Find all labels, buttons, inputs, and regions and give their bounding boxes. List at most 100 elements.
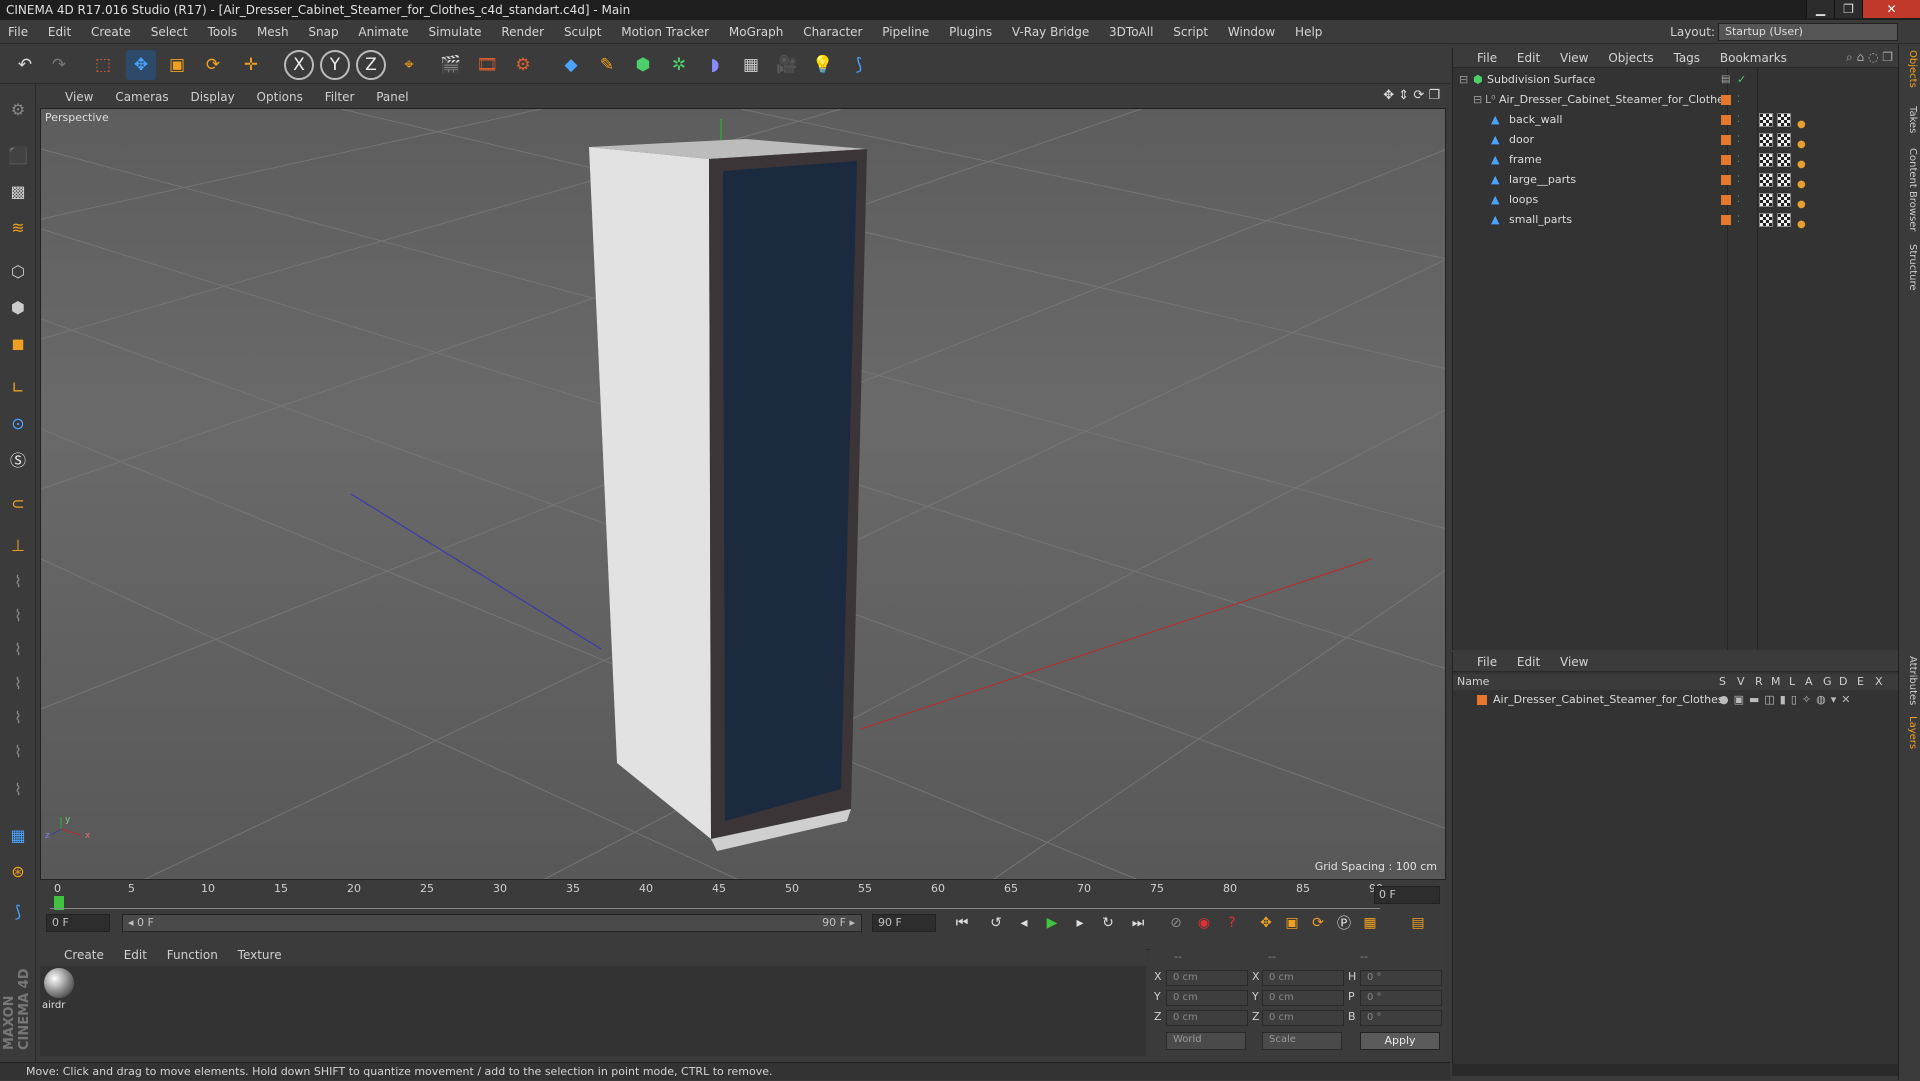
object-row[interactable]: ⊟ ⬢ Subdivision Surface ▤ ✓ [1453, 70, 1899, 90]
key-position-icon[interactable]: ✥ [1254, 912, 1278, 934]
material-tag-icon[interactable]: ● [1797, 215, 1806, 235]
current-frame-field[interactable]: 0 F [1374, 886, 1440, 904]
viewport-menu-panel[interactable]: Panel [367, 86, 417, 108]
model-mode-icon[interactable]: ⬛ [3, 140, 33, 170]
tab-attributes[interactable]: Attributes [1902, 656, 1918, 705]
om-menu-edit[interactable]: Edit [1509, 48, 1548, 68]
material-thumbnail[interactable] [44, 968, 74, 998]
maximize-button[interactable]: ❐ [1834, 0, 1862, 18]
minimize-button[interactable]: ▁ [1806, 0, 1834, 18]
key-scale-icon[interactable]: ▣ [1280, 912, 1304, 934]
layer-color-swatch[interactable] [1721, 115, 1731, 125]
texture-tag-icon[interactable] [1777, 153, 1791, 167]
next-frame-icon[interactable]: ▸ [1068, 912, 1092, 934]
tab-content-browser[interactable]: Content Browser [1902, 148, 1918, 231]
z-axis-icon[interactable]: Z [356, 50, 386, 80]
lm-menu-view[interactable]: View [1552, 652, 1596, 672]
object-row[interactable]: ▲ back_wall ⁚ ● [1453, 110, 1899, 130]
coord-pos-z-field[interactable]: 0 cm [1166, 1010, 1248, 1026]
menu-help[interactable]: Help [1287, 20, 1330, 44]
texture-tag-icon[interactable] [1777, 133, 1791, 147]
menu-animate[interactable]: Animate [350, 20, 416, 44]
key-parameter-icon[interactable]: Ⓟ [1332, 912, 1356, 934]
transform-icon[interactable]: ✛ [236, 50, 266, 80]
3d-viewport[interactable]: Perspective y x z Grid Spacing : 100 cm [40, 108, 1446, 880]
uv-icon[interactable]: ⊛ [3, 856, 33, 886]
material-menu-create[interactable]: Create [56, 944, 112, 966]
coord-pos-y-field[interactable]: 0 cm [1166, 990, 1248, 1006]
scale-icon[interactable]: ▣ [162, 50, 192, 80]
sculpt-inflate-icon[interactable]: ⌇ [3, 668, 33, 698]
phong-tag-icon[interactable] [1759, 153, 1773, 167]
viewport-menu-options[interactable]: Options [248, 86, 312, 108]
material-menu-function[interactable]: Function [159, 944, 226, 966]
visibility-dots[interactable]: ⁚ [1737, 90, 1740, 110]
om-menu-tags[interactable]: Tags [1665, 48, 1708, 68]
deformer-icon[interactable]: ◗ [700, 50, 730, 80]
snap-icon[interactable]: Ⓢ [3, 444, 33, 474]
layer-color-swatch[interactable] [1721, 195, 1731, 205]
autokey-icon[interactable]: ◉ [1192, 912, 1216, 934]
magnet-icon[interactable]: ⊂ [3, 488, 33, 518]
tab-layers[interactable]: Layers [1902, 716, 1918, 749]
play-icon[interactable]: ▶ [1040, 912, 1064, 934]
go-to-end-icon[interactable]: ⏭ [1126, 912, 1150, 934]
coord-mode-select[interactable]: World [1166, 1032, 1246, 1050]
menu-plugins[interactable]: Plugins [941, 20, 1000, 44]
apply-button[interactable]: Apply [1360, 1032, 1440, 1050]
layer-color-swatch[interactable] [1477, 695, 1487, 705]
record-keys-icon[interactable]: ⊘ [1164, 912, 1188, 934]
menu-render[interactable]: Render [493, 20, 552, 44]
move-icon[interactable]: ✥ [126, 50, 156, 80]
coord-rot-p-field[interactable]: 0 ° [1360, 990, 1442, 1006]
live-selection-icon[interactable]: ⬚ [88, 50, 118, 80]
visibility-dots[interactable]: ⁚ [1737, 210, 1740, 230]
sculpt-pull-icon[interactable]: ⌇ [3, 600, 33, 630]
edges-mode-icon[interactable]: ⬢ [3, 292, 33, 322]
previous-key-icon[interactable]: ↺ [984, 912, 1008, 934]
camera-icon[interactable]: 🎥 [772, 50, 802, 80]
coord-size-y-field[interactable]: 0 cm [1262, 990, 1344, 1006]
layer-color-swatch[interactable] [1721, 135, 1731, 145]
sculpt-brush-icon[interactable]: ⌇ [3, 566, 33, 596]
menu-simulate[interactable]: Simulate [421, 20, 490, 44]
coord-pos-x-field[interactable]: 0 cm [1166, 970, 1248, 986]
render-settings-icon[interactable]: ⚙ [508, 50, 538, 80]
horizontal-scrollbar[interactable] [1452, 1064, 1898, 1076]
floor-icon[interactable]: ▦ [736, 50, 766, 80]
menu-select[interactable]: Select [143, 20, 196, 44]
axis-mode-icon[interactable]: ∟ [3, 372, 33, 402]
menu-file[interactable]: File [0, 20, 36, 44]
object-row[interactable]: ▲ door ⁚ ● [1453, 130, 1899, 150]
go-to-start-icon[interactable]: ⏮ [950, 912, 974, 934]
tab-structure[interactable]: Structure [1902, 244, 1918, 291]
coord-size-x-field[interactable]: 0 cm [1262, 970, 1344, 986]
layer-color-swatch[interactable] [1721, 215, 1731, 225]
texture-tag-icon[interactable] [1777, 213, 1791, 227]
visibility-dots[interactable]: ⁚ [1737, 130, 1740, 150]
layer-color-swatch[interactable] [1721, 95, 1731, 105]
keyframe-selection-icon[interactable]: ? [1220, 912, 1244, 934]
coord-size-mode-select[interactable]: Scale [1262, 1032, 1342, 1050]
sculpt-flatten-icon[interactable]: ⌇ [3, 702, 33, 732]
visibility-toggle[interactable]: ▤ [1721, 70, 1730, 90]
layout-select[interactable]: Startup (User) [1718, 23, 1898, 41]
paint-icon[interactable]: ▦ [3, 820, 33, 850]
visibility-dots[interactable]: ⁚ [1737, 150, 1740, 170]
phong-tag-icon[interactable] [1759, 173, 1773, 187]
object-row[interactable]: ▲ small_parts ⁚ ● [1453, 210, 1899, 230]
rotate-icon[interactable]: ⟳ [198, 50, 228, 80]
light-icon[interactable]: 💡 [808, 50, 838, 80]
om-search-icon[interactable]: ⌕ ⌂ ◌ ❐ [1846, 50, 1893, 65]
x-axis-icon[interactable]: X [284, 50, 314, 80]
menu-mograph[interactable]: MoGraph [721, 20, 792, 44]
menu-3dtoall[interactable]: 3DToAll [1101, 20, 1161, 44]
coord-rot-b-field[interactable]: 0 ° [1360, 1010, 1442, 1026]
end-frame-field[interactable]: 90 F [872, 914, 936, 932]
lm-menu-file[interactable]: File [1469, 652, 1505, 672]
previous-frame-icon[interactable]: ◂ [1012, 912, 1036, 934]
material-menu-edit[interactable]: Edit [116, 944, 155, 966]
undo-icon[interactable]: ↶ [10, 50, 40, 80]
tab-takes[interactable]: Takes [1902, 106, 1918, 133]
om-menu-view[interactable]: View [1552, 48, 1596, 68]
